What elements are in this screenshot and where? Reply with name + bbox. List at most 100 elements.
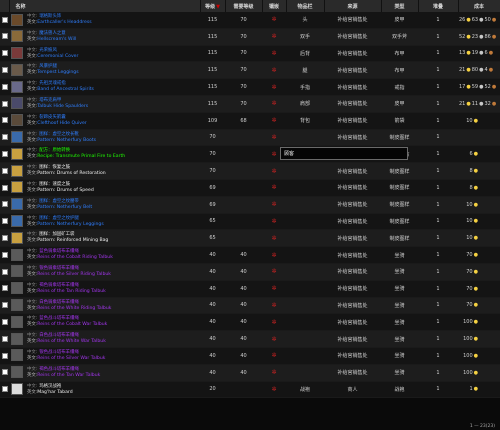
row-checkbox[interactable] xyxy=(1,184,8,191)
item-name-zh[interactable]: 图样：速度之鼓 xyxy=(39,182,70,187)
item-name-zh[interactable]: 银色战斗塔布羊缰绳 xyxy=(39,350,79,355)
table-row[interactable]: 中文: 白色骑乘塔布羊缰绳 英文:Reins of the White Riding… xyxy=(0,297,500,315)
table-row[interactable]: 中文: 图样：加固矿工袋 英文:Pattern: Reinforced Mining… xyxy=(0,229,500,248)
item-icon[interactable] xyxy=(11,349,23,362)
item-name-en[interactable]: Recipe: Transmute Primal Fire to Earth xyxy=(37,154,125,159)
item-name-en[interactable]: Talbuk Hide Spaulders xyxy=(37,104,88,109)
row-checkbox[interactable] xyxy=(1,16,8,23)
item-name-en[interactable]: Pattern: Netherfury Boots xyxy=(37,138,96,143)
table-row[interactable]: 中文: 图样：速度之鼓 英文:Pattern: Drums of Speed 69 ✲ 补… xyxy=(0,179,500,197)
item-name-zh[interactable]: 图样：恢复之鼓 xyxy=(39,165,70,170)
item-name-en[interactable]: Pattern: Netherfury Belt xyxy=(37,205,92,210)
row-checkbox[interactable] xyxy=(1,117,8,124)
table-row[interactable]: 中文: 光荣披风 英文:Ceremonial Cover 115 70 ✲ 后背 补给官销售处… xyxy=(0,45,500,63)
item-icon[interactable] xyxy=(11,215,23,228)
item-name-zh[interactable]: 白色战斗塔布羊缰绳 xyxy=(39,333,79,338)
item-icon[interactable] xyxy=(11,231,23,244)
item-icon[interactable] xyxy=(11,282,23,295)
item-name-zh[interactable]: 白色骑乘塔布羊缰绳 xyxy=(39,300,79,305)
item-icon[interactable] xyxy=(11,383,23,396)
header-req-level[interactable]: 需要等级 xyxy=(225,0,263,12)
item-name-zh[interactable]: 风暴护腿 xyxy=(39,64,57,69)
item-name-en[interactable]: Reins of the Silver Riding Talbuk xyxy=(37,272,111,277)
item-name-zh[interactable]: 配方：原始转换 xyxy=(39,148,70,153)
row-checkbox[interactable] xyxy=(1,369,8,376)
header-cost[interactable]: 成本 xyxy=(458,0,500,12)
item-name-zh[interactable]: 图样：虚空之纹护腿 xyxy=(39,216,79,221)
item-name-en[interactable]: Tempest Leggings xyxy=(37,70,78,75)
item-name-zh[interactable]: 塔布克肩甲 xyxy=(39,98,61,103)
item-name-en[interactable]: Pattern: Drums of Restoration xyxy=(37,171,105,176)
item-icon[interactable] xyxy=(11,332,23,345)
item-icon[interactable] xyxy=(11,63,23,76)
item-name-en[interactable]: Reins of the White War Talbuk xyxy=(37,339,106,344)
item-name-zh[interactable]: 蓝色骑乘塔布羊缰绳 xyxy=(39,249,79,254)
row-checkbox[interactable] xyxy=(1,134,8,141)
table-row[interactable]: 中文: 风暴护腿 英文:Tempest Leggings 115 70 ✲ 腿补给官销售处布… xyxy=(0,61,500,80)
item-name-zh[interactable]: 玛格汉战袍 xyxy=(39,384,61,389)
header-level[interactable]: 等级▼ xyxy=(200,0,226,12)
item-name-zh[interactable]: 光荣披风 xyxy=(39,48,57,53)
table-row[interactable]: 中文: 玛格汉战袍 英文:Mag'har Tabard 20 ✲ 战袍 商人 战袍 1 1● xyxy=(0,381,500,399)
row-checkbox[interactable] xyxy=(1,218,8,225)
item-name-en[interactable]: Mag'har Tabard xyxy=(37,390,72,395)
row-checkbox[interactable] xyxy=(1,67,8,74)
item-name-zh[interactable]: 图样：虚空之纹腰带 xyxy=(39,199,79,204)
item-icon[interactable] xyxy=(11,147,23,160)
item-name-en[interactable]: Reins of the Tan Riding Talbuk xyxy=(37,289,106,294)
table-row[interactable]: 中文: 图样：虚空之纹长靴 英文:Pattern: Netherfury Boots… xyxy=(0,129,500,147)
item-icon[interactable] xyxy=(11,80,23,93)
item-icon[interactable] xyxy=(11,198,23,211)
table-row[interactable]: 中文: 瑞格斯头饰 英文:Earthcaller's Headdress 115 70 ✲… xyxy=(0,12,500,29)
item-name-en[interactable]: Reins of the Cobalt War Talbuk xyxy=(37,322,107,327)
item-name-en[interactable]: Reins of the Silver War Talbuk xyxy=(37,356,105,361)
item-icon[interactable] xyxy=(11,248,23,261)
header-stack[interactable]: 堆叠 xyxy=(418,0,459,12)
table-row[interactable]: 中文: 图样：虚空之纹腰带 英文:Pattern: Netherfury Belt 6… xyxy=(0,196,500,214)
item-name-en[interactable]: Reins of the White Riding Talbuk xyxy=(37,306,111,311)
item-name-en[interactable]: Clefthoof Hide Quiver xyxy=(37,121,86,126)
table-row[interactable]: 中文: 裂蹄皮矢箭囊 英文:Clefthoof Hide Quiver 109 68 ✲ 背… xyxy=(0,112,500,130)
row-checkbox[interactable] xyxy=(1,318,8,325)
row-checkbox[interactable] xyxy=(1,386,8,393)
row-checkbox[interactable] xyxy=(1,50,8,57)
row-checkbox[interactable] xyxy=(1,302,8,309)
table-row[interactable]: 中文: 图样：虚空之纹护腿 英文:Pattern: Netherfury Leggi… xyxy=(0,213,500,231)
item-name-zh[interactable]: 魔法兽人之意 xyxy=(39,31,65,36)
item-name-zh[interactable]: 银色骑乘塔布羊缰绳 xyxy=(39,266,79,271)
item-name-en[interactable]: Ceremonial Cover xyxy=(37,54,78,59)
item-icon[interactable] xyxy=(11,265,23,278)
row-checkbox[interactable] xyxy=(1,352,8,359)
table-row[interactable]: 中文: 银色骑乘塔布羊缰绳 英文:Reins of the Silver Ridin… xyxy=(0,263,500,281)
item-icon[interactable] xyxy=(11,164,23,177)
row-checkbox[interactable] xyxy=(1,335,8,342)
item-name-zh[interactable]: 图样：虚空之纹长靴 xyxy=(39,132,79,137)
item-name-zh[interactable]: 蓝色战斗塔布羊缰绳 xyxy=(39,316,79,321)
row-checkbox[interactable] xyxy=(1,33,8,40)
item-icon[interactable] xyxy=(11,47,23,60)
row-checkbox[interactable] xyxy=(1,201,8,208)
row-checkbox[interactable] xyxy=(1,151,8,158)
item-name-en[interactable]: Pattern: Netherfury Leggings xyxy=(37,222,103,227)
row-checkbox[interactable] xyxy=(1,235,8,241)
table-row[interactable]: 中文: 白色战斗塔布羊缰绳 英文:Reins of the White War Ta… xyxy=(0,330,500,348)
item-name-zh[interactable]: 瑞格斯头饰 xyxy=(39,14,61,19)
row-checkbox[interactable] xyxy=(1,167,8,174)
item-icon[interactable] xyxy=(11,181,23,194)
item-icon[interactable] xyxy=(11,97,23,110)
item-icon[interactable] xyxy=(11,131,23,144)
header-name[interactable]: 名称 xyxy=(9,0,201,12)
item-name-zh[interactable]: 图样：加固矿工袋 xyxy=(39,232,74,237)
header-type[interactable]: 类型 xyxy=(381,0,419,12)
row-checkbox[interactable] xyxy=(1,268,8,275)
item-name-en[interactable]: Reins of the Tan War Talbuk xyxy=(37,373,100,378)
row-checkbox[interactable] xyxy=(1,83,8,90)
item-name-zh[interactable]: 褐色骑乘塔布羊缰绳 xyxy=(39,283,79,288)
table-row[interactable]: 中文: 蓝色战斗塔布羊缰绳 英文:Reins of the Cobalt War T… xyxy=(0,313,500,332)
table-row[interactable]: 中文: 配方：原始转换 英文:Recipe: Transmute Primal Fi… xyxy=(0,145,500,164)
row-checkbox[interactable] xyxy=(1,251,8,258)
item-icon[interactable] xyxy=(11,299,23,312)
item-name-en[interactable]: Hellscream's Will xyxy=(37,37,76,42)
item-icon[interactable] xyxy=(11,13,23,26)
item-name-en[interactable]: Band of Ancestral Spirits xyxy=(37,87,94,92)
